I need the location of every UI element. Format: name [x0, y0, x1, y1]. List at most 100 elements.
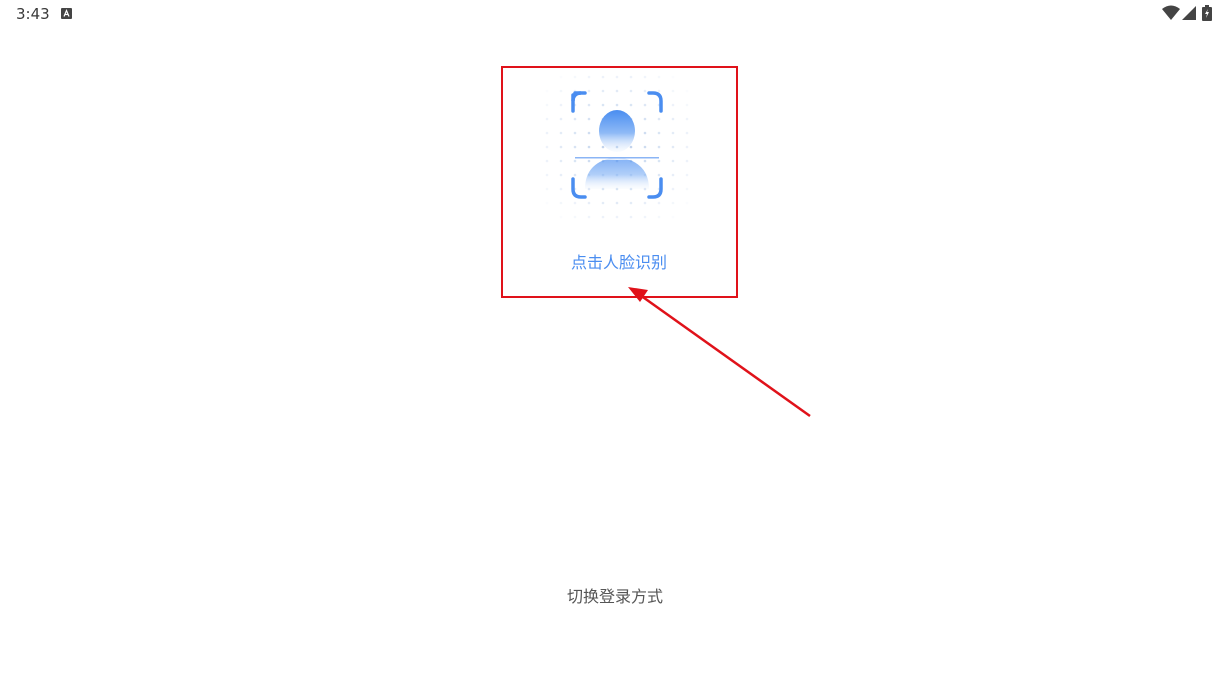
- background-dot: [643, 75, 647, 79]
- background-dot: [657, 215, 661, 219]
- background-dot: [545, 117, 549, 121]
- background-dot: [643, 201, 647, 205]
- background-dot: [545, 159, 549, 163]
- background-dot: [657, 173, 661, 177]
- notification-a-icon: [61, 8, 72, 19]
- background-dot: [559, 173, 563, 177]
- battery-charging-icon: [1202, 5, 1212, 21]
- background-dot: [671, 159, 675, 163]
- background-dot: [671, 173, 675, 177]
- background-dot: [559, 89, 563, 93]
- background-dot: [587, 89, 591, 93]
- background-dot: [601, 215, 605, 219]
- background-dot: [685, 159, 689, 163]
- background-dot: [559, 159, 563, 163]
- background-dot: [657, 131, 661, 135]
- background-dot: [587, 159, 591, 163]
- background-dot: [685, 131, 689, 135]
- background-dot: [587, 117, 591, 121]
- background-dot: [559, 145, 563, 149]
- background-dot: [559, 201, 563, 205]
- background-dot: [545, 103, 549, 107]
- background-dot: [615, 103, 619, 107]
- background-dot: [643, 103, 647, 107]
- background-dot: [545, 187, 549, 191]
- background-dot: [615, 89, 619, 93]
- background-dot: [545, 131, 549, 135]
- face-recognition-button[interactable]: 点击人脸识别: [502, 67, 736, 296]
- background-dot: [671, 131, 675, 135]
- background-dot: [559, 103, 563, 107]
- background-dot: [671, 103, 675, 107]
- background-dot: [573, 215, 577, 219]
- background-dot: [545, 89, 549, 93]
- background-dot: [643, 117, 647, 121]
- background-dot: [601, 89, 605, 93]
- background-dot: [615, 75, 619, 79]
- background-dot: [671, 201, 675, 205]
- face-scan-icon: [545, 75, 689, 219]
- background-dot: [643, 215, 647, 219]
- background-dot: [643, 145, 647, 149]
- background-dot: [573, 75, 577, 79]
- status-icons: [1162, 5, 1224, 21]
- background-dot: [559, 117, 563, 121]
- background-dot: [643, 159, 647, 163]
- background-dot: [685, 103, 689, 107]
- background-dot: [629, 145, 633, 149]
- background-dot: [545, 145, 549, 149]
- background-dot: [629, 75, 633, 79]
- background-dot: [587, 131, 591, 135]
- background-dot: [629, 215, 633, 219]
- switch-login-method-link[interactable]: 切换登录方式: [540, 583, 690, 607]
- background-dot: [671, 117, 675, 121]
- background-dot: [671, 215, 675, 219]
- background-dot: [629, 201, 633, 205]
- background-dot: [587, 215, 591, 219]
- background-dot: [573, 131, 577, 135]
- background-dot: [657, 159, 661, 163]
- background-dot: [657, 117, 661, 121]
- background-dot: [573, 117, 577, 121]
- status-bar: 3:43: [0, 0, 1230, 28]
- background-dot: [657, 89, 661, 93]
- face-recognition-label: 点击人脸识别: [570, 253, 667, 272]
- wifi-icon: [1162, 5, 1180, 20]
- background-dot: [587, 75, 591, 79]
- background-dot: [657, 145, 661, 149]
- background-dot: [671, 89, 675, 93]
- background-dot: [559, 131, 563, 135]
- background-dot: [643, 89, 647, 93]
- background-dot: [671, 187, 675, 191]
- background-dot: [559, 215, 563, 219]
- background-dot: [643, 131, 647, 135]
- background-dot: [587, 201, 591, 205]
- background-dot: [685, 201, 689, 205]
- background-dot: [559, 75, 563, 79]
- background-dot: [601, 103, 605, 107]
- background-dot: [671, 75, 675, 79]
- background-dot: [573, 145, 577, 149]
- background-dot: [559, 187, 563, 191]
- background-dot: [629, 89, 633, 93]
- background-dot: [685, 187, 689, 191]
- status-time: 3:43: [16, 5, 50, 23]
- background-dot: [601, 75, 605, 79]
- background-dot: [573, 159, 577, 163]
- background-dot: [573, 201, 577, 205]
- background-dot: [587, 145, 591, 149]
- background-dot: [685, 117, 689, 121]
- background-dot: [587, 103, 591, 107]
- background-dot: [601, 201, 605, 205]
- background-dot: [657, 201, 661, 205]
- background-dot: [615, 215, 619, 219]
- background-dot: [685, 145, 689, 149]
- background-dot: [545, 173, 549, 177]
- background-dot: [685, 89, 689, 93]
- background-dot: [601, 145, 605, 149]
- background-dot: [657, 75, 661, 79]
- background-dot: [573, 173, 577, 177]
- background-dot: [615, 201, 619, 205]
- background-dot: [629, 103, 633, 107]
- login-screen: 3:43 点击人脸识别 切换登录方式: [0, 0, 1230, 691]
